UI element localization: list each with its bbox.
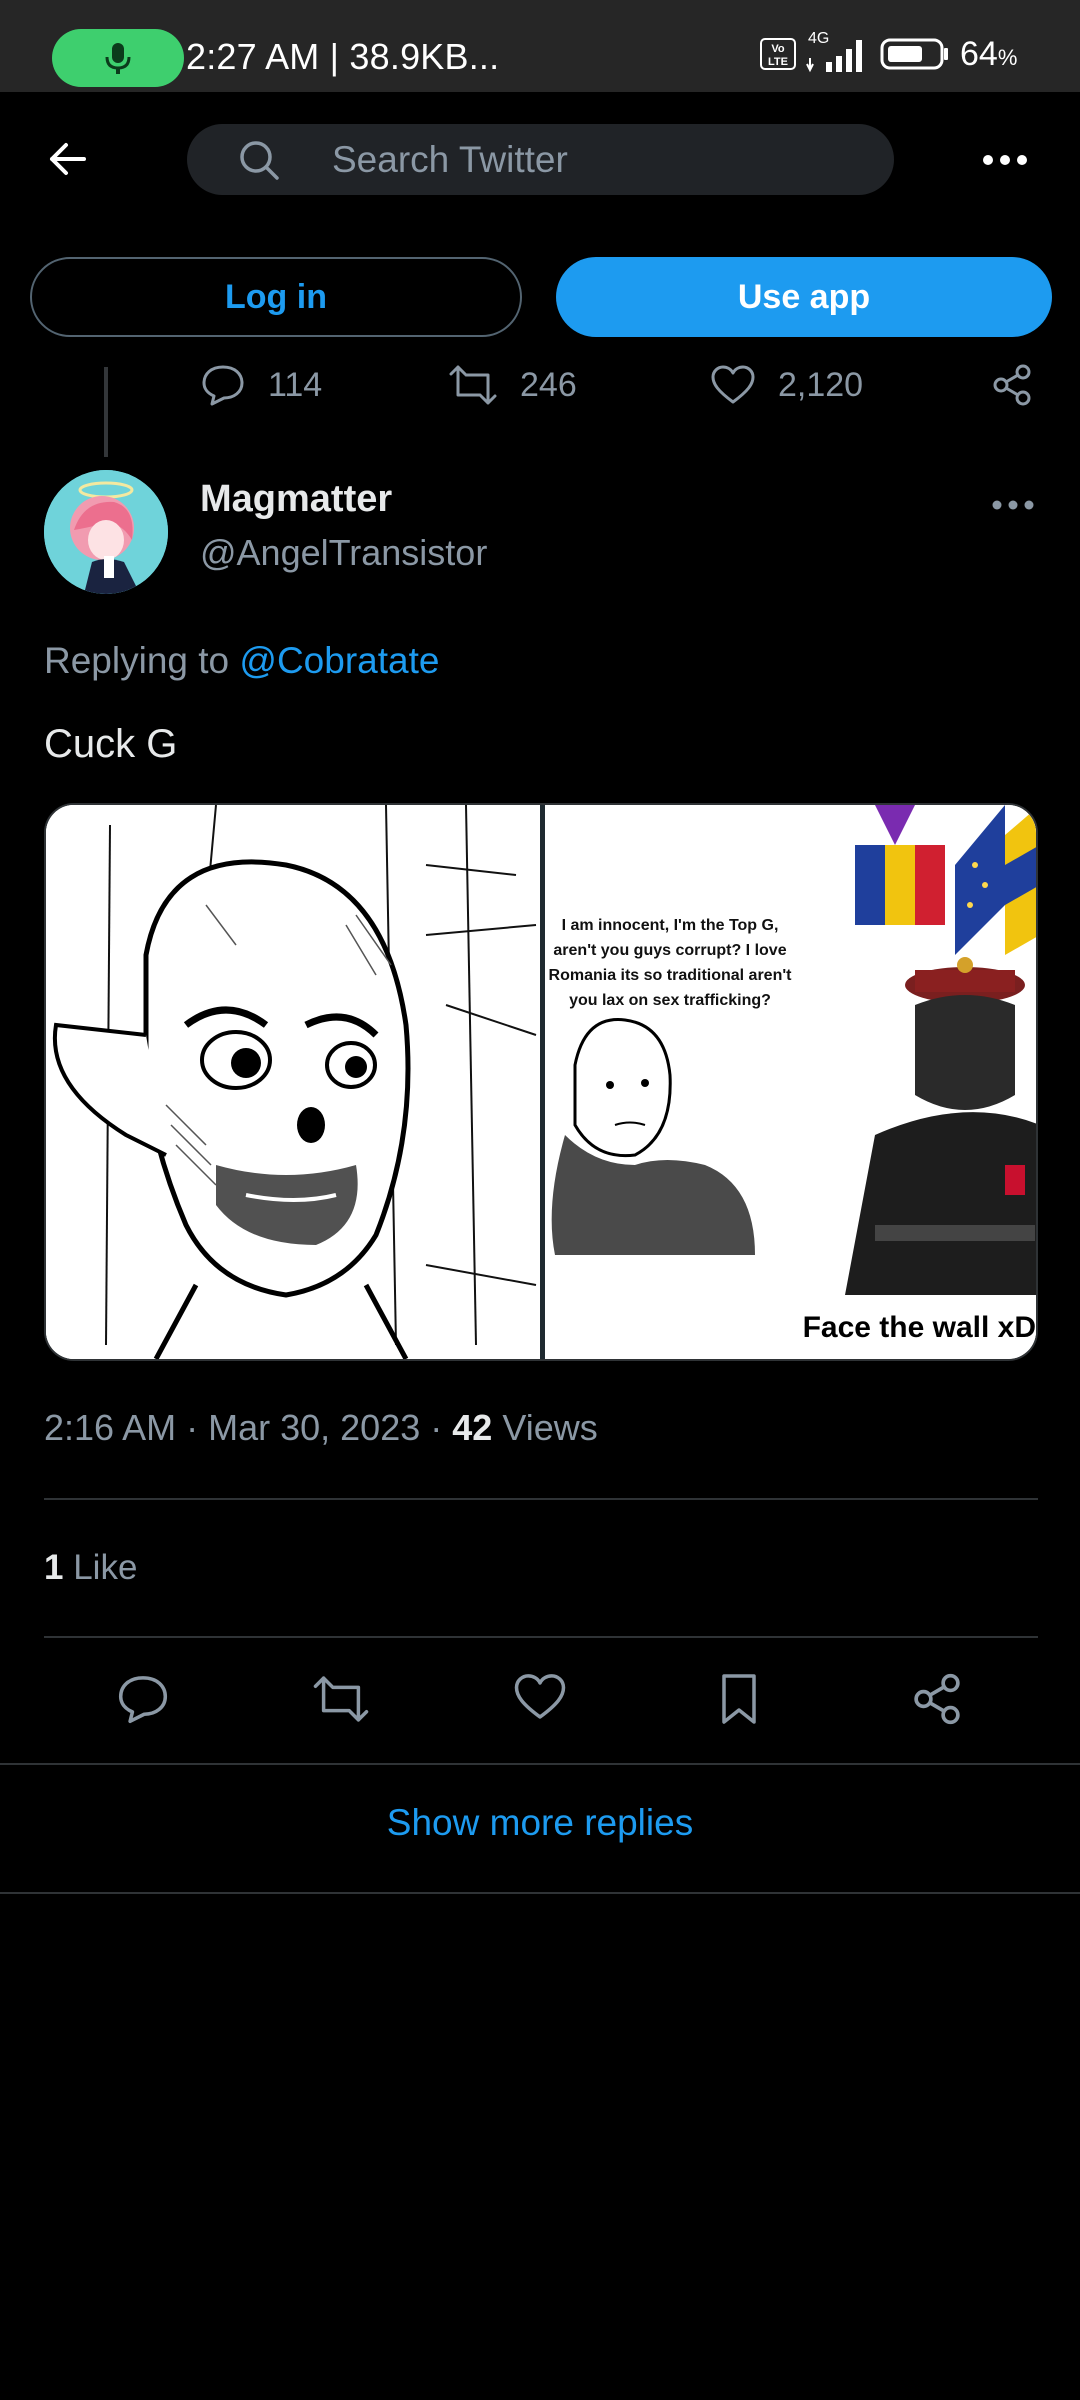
more-options-button[interactable] <box>980 140 1030 180</box>
microphone-icon <box>105 43 131 74</box>
more-horizontal-icon <box>983 155 1027 165</box>
login-button[interactable]: Log in <box>30 257 522 337</box>
retweet-icon <box>449 365 497 405</box>
battery-icon <box>880 38 948 70</box>
signal-icon: 4G <box>806 30 870 74</box>
tweet-date[interactable]: Mar 30, 2023 <box>208 1407 420 1448</box>
bookmark-button[interactable] <box>712 1672 766 1726</box>
divider <box>0 1892 1080 1894</box>
battery-percentage: 64% <box>960 34 1018 73</box>
share-icon <box>993 364 1031 406</box>
likes-count: 1 <box>44 1548 64 1587</box>
divider <box>44 1636 1038 1638</box>
arrow-left-icon <box>50 143 86 175</box>
meme-caption: I am innocent, I'm the Top G, aren't you… <box>548 917 792 1009</box>
status-time-speed: 2:27 AM | 38.9KB... <box>186 36 500 77</box>
parent-like-count[interactable]: 2,120 <box>710 360 863 410</box>
meme-bottom-text: Face the wall xD <box>802 1311 1036 1344</box>
reply-icon <box>202 365 244 406</box>
sketch-face-illustration <box>46 805 540 1359</box>
use-app-button[interactable]: Use app <box>556 257 1052 337</box>
likes-summary[interactable]: 1 Like <box>44 1548 137 1588</box>
replying-to: Replying to @Cobratate <box>44 640 440 681</box>
share-icon <box>914 1673 960 1725</box>
heart-icon <box>711 365 755 404</box>
tweet-more-button[interactable] <box>990 490 1036 520</box>
bookmark-icon <box>722 1674 756 1724</box>
more-horizontal-icon <box>992 500 1034 510</box>
author-handle[interactable]: @AngelTransistor <box>200 532 487 574</box>
search-input[interactable]: Search Twitter <box>187 124 894 195</box>
tweet-text: Cuck G <box>44 722 178 766</box>
media-right-panel: I am innocent, I'm the Top G, aren't you… <box>545 805 1036 1359</box>
like-button[interactable] <box>513 1672 567 1726</box>
views-label: Views <box>502 1407 598 1448</box>
tweet-media[interactable]: I am innocent, I'm the Top G, aren't you… <box>44 803 1038 1361</box>
avatar[interactable] <box>44 470 168 594</box>
likes-label: Like <box>73 1548 138 1587</box>
svg-text:Vo: Vo <box>771 43 785 55</box>
meme-illustration <box>545 805 1036 1359</box>
search-icon <box>240 141 279 180</box>
divider <box>0 1763 1080 1765</box>
views-count: 42 <box>452 1407 493 1448</box>
retweet-button[interactable] <box>312 1672 369 1726</box>
thread-connector-line <box>104 367 108 457</box>
status-icons: Vo LTE 4G 64% <box>760 30 1018 76</box>
volte-icon: Vo LTE <box>760 38 796 70</box>
svg-text:LTE: LTE <box>768 56 788 68</box>
divider <box>44 1498 1038 1500</box>
show-more-replies-link[interactable]: Show more replies <box>0 1802 1080 1844</box>
tweet-time[interactable]: 2:16 AM <box>44 1407 176 1448</box>
media-left-panel <box>46 805 540 1359</box>
reply-icon <box>118 1676 168 1724</box>
parent-reply-count[interactable]: 114 <box>200 360 322 410</box>
parent-share-button[interactable] <box>990 360 1034 410</box>
back-button[interactable] <box>44 135 92 183</box>
search-placeholder: Search Twitter <box>332 139 568 180</box>
retweet-icon <box>313 1676 369 1722</box>
author-name[interactable]: Magmatter <box>200 478 392 521</box>
heart-icon <box>514 1674 566 1719</box>
mic-indicator <box>52 29 184 87</box>
share-button[interactable] <box>910 1672 964 1726</box>
reply-button[interactable] <box>116 1672 170 1726</box>
replying-to-link[interactable]: @Cobratate <box>239 640 439 681</box>
tweet-timestamp-views: 2:16 AM · Mar 30, 2023 · 42 Views <box>44 1407 598 1448</box>
parent-retweet-count[interactable]: 246 <box>448 360 577 410</box>
avatar-image <box>44 470 168 594</box>
